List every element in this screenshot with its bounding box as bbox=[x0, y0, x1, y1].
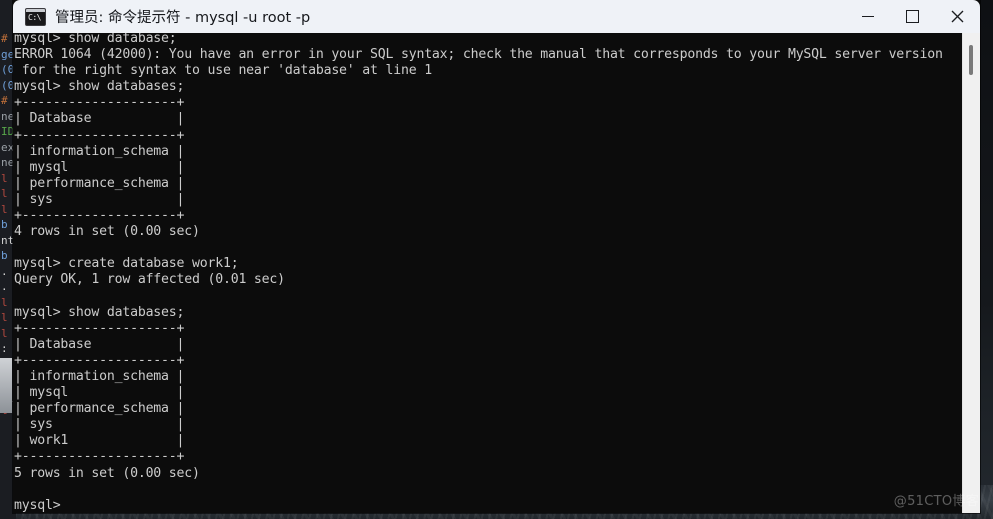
close-icon bbox=[951, 10, 964, 23]
console-line: | performance_schema | bbox=[14, 175, 185, 191]
console-line: | information_schema | bbox=[14, 368, 185, 384]
window-title: 管理员: 命令提示符 - mysql -u root -p bbox=[55, 10, 311, 26]
screen: #ge(0(0#neIDexnelllbntb..lll:ll:_l C:\ 管… bbox=[0, 0, 993, 519]
titlebar-left-group: C:\ 管理员: 命令提示符 - mysql -u root -p bbox=[13, 6, 845, 27]
console-line: mysql> create database work1; bbox=[14, 256, 239, 272]
window-titlebar[interactable]: C:\ 管理员: 命令提示符 - mysql -u root -p bbox=[13, 0, 980, 33]
console-line: | Database | bbox=[14, 336, 185, 352]
console-line: | performance_schema | bbox=[14, 401, 185, 417]
console-line: for the right syntax to use near 'databa… bbox=[14, 63, 432, 79]
minimize-button[interactable] bbox=[845, 0, 890, 33]
console-line: +--------------------+ bbox=[14, 127, 185, 143]
close-button[interactable] bbox=[935, 0, 980, 33]
maximize-button[interactable] bbox=[890, 0, 935, 33]
console-line: | mysql | bbox=[14, 159, 185, 175]
minimize-icon bbox=[861, 16, 874, 17]
console-line: +--------------------+ bbox=[14, 320, 185, 336]
console-line: | mysql | bbox=[14, 385, 185, 401]
console-output-area[interactable]: mysql> show database; ERROR 1064 (42000):… bbox=[13, 33, 980, 513]
console-line: | sys | bbox=[14, 191, 185, 207]
console-line: | sys | bbox=[14, 417, 185, 433]
console-window: C:\ 管理员: 命令提示符 - mysql -u root -p mysql>… bbox=[13, 0, 980, 513]
console-line: mysql> show databases; bbox=[14, 304, 185, 320]
console-line: Query OK, 1 row affected (0.01 sec) bbox=[14, 272, 285, 288]
console-line: | information_schema | bbox=[14, 143, 185, 159]
background-editor-scrollbar[interactable] bbox=[0, 358, 12, 413]
console-icon-glyph: C:\ bbox=[28, 12, 41, 22]
console-line: mysql> show databases; bbox=[14, 79, 185, 95]
console-text: mysql> show database; ERROR 1064 (42000):… bbox=[14, 33, 964, 513]
console-line: | work1 | bbox=[14, 433, 185, 449]
window-controls bbox=[845, 0, 980, 33]
maximize-icon bbox=[906, 10, 919, 23]
console-line: 4 rows in set (0.00 sec) bbox=[14, 224, 200, 240]
console-line: ERROR 1064 (42000): You have an error in… bbox=[14, 47, 943, 63]
console-line: +--------------------+ bbox=[14, 352, 185, 368]
console-line: 5 rows in set (0.00 sec) bbox=[14, 465, 200, 481]
console-icon: C:\ bbox=[25, 7, 46, 26]
console-line: +--------------------+ bbox=[14, 449, 185, 465]
console-line: mysql> bbox=[14, 497, 61, 513]
console-scrollbar-thumb[interactable] bbox=[969, 45, 973, 75]
console-line: | Database | bbox=[14, 111, 185, 127]
console-line: +--------------------+ bbox=[14, 208, 185, 224]
console-line: mysql> show database; bbox=[14, 33, 177, 46]
console-line: +--------------------+ bbox=[14, 95, 185, 111]
console-scrollbar[interactable] bbox=[962, 33, 980, 513]
